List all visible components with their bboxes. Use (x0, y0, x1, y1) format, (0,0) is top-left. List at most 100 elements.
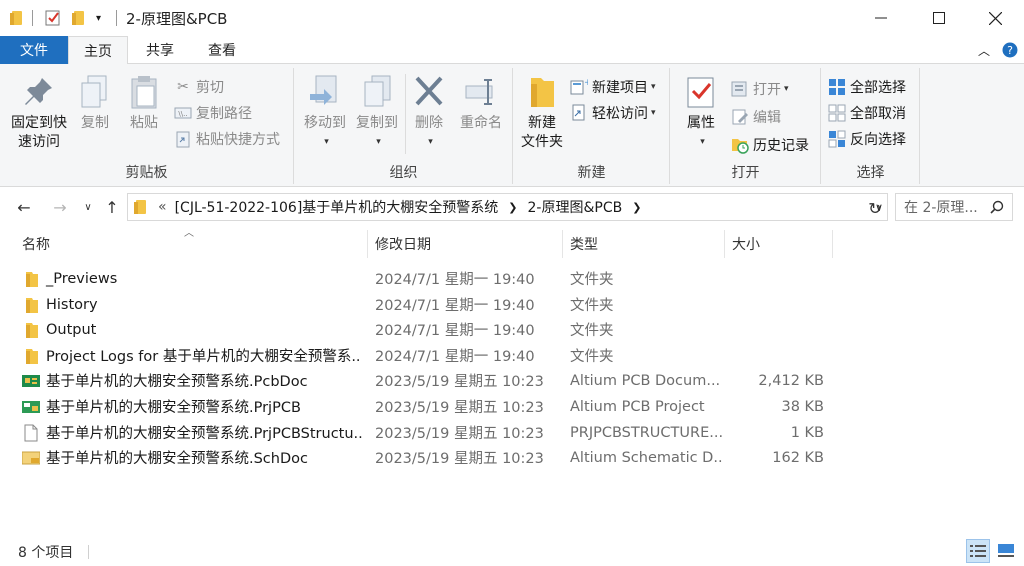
open-icon (731, 81, 747, 97)
item-count: 8 个项目 (18, 545, 74, 561)
close-button[interactable] (966, 0, 1024, 36)
rename-button[interactable]: 重命名 (453, 74, 509, 133)
edit-icon (732, 109, 748, 125)
select-all-icon (829, 79, 845, 95)
cut-button[interactable]: ✂ 剪切 (174, 76, 224, 98)
back-arrow-icon[interactable]: ← (12, 196, 36, 218)
open-button[interactable]: 打开 ▾ (731, 78, 789, 100)
move-to-button[interactable]: 移动到 ▾ (299, 74, 351, 152)
file-name-cell[interactable]: 基于单片机的大棚安全预警系统.SchDoc (22, 445, 362, 470)
column-header-date[interactable]: 修改日期 (369, 230, 563, 258)
breadcrumb-item[interactable]: 2-原理图&PCB (528, 197, 623, 217)
file-row[interactable]: Output 2024/7/1 星期一 19:40 文件夹 (0, 317, 1024, 342)
pin-label-1: 固定到快 (11, 115, 67, 131)
new-item-button[interactable]: + 新建项目 ▾ (570, 76, 656, 98)
collapse-ribbon-chevron-icon[interactable]: ︿ (974, 36, 994, 64)
file-type: PRJPCBSTRUCTURE... (570, 424, 722, 441)
copy-path-button[interactable]: \\.. 复制路径 (174, 102, 252, 124)
delete-button[interactable]: 删除 ▾ (409, 74, 449, 152)
new-folder-button[interactable]: 新建 文件夹 (516, 74, 568, 152)
tab-share[interactable]: 共享 (136, 36, 184, 64)
file-name-cell[interactable]: Project Logs for 基于单片机的大棚安全预警系... (22, 343, 362, 368)
select-group: 全部选择 全部取消 反向选择 选择 (822, 68, 920, 184)
refresh-icon[interactable]: ↻ (864, 197, 886, 219)
new-group: 新建 文件夹 + 新建项目 ▾ 轻松访问 ▾ 新建 (514, 68, 670, 184)
organize-group-label: 组织 (389, 165, 418, 181)
select-none-label: 全部取消 (850, 106, 906, 122)
file-row[interactable]: Project Logs for 基于单片机的大棚安全预警系... 2024/7/… (0, 343, 1024, 368)
file-name-cell[interactable]: 基于单片机的大棚安全预警系统.PcbDoc (22, 368, 362, 393)
breadcrumb-item[interactable]: [CJL-51-2022-106]基于单片机的大棚安全预警系统 (175, 197, 499, 217)
easy-access-button[interactable]: 轻松访问 ▾ (570, 102, 656, 124)
chevron-down-icon: ▾ (700, 137, 705, 147)
file-row[interactable]: 基于单片机的大棚安全预警系统.SchDoc 2023/5/19 星期五 10:23… (0, 445, 1024, 470)
file-date: 2024/7/1 星期一 19:40 (375, 298, 535, 314)
maximize-button[interactable] (910, 0, 968, 36)
divider (116, 10, 117, 26)
file-name-cell[interactable]: 基于单片机的大棚安全预警系统.PrjPCBStructu... (22, 420, 362, 445)
copy-path-icon: \\.. (174, 107, 192, 119)
select-group-label: 选择 (856, 165, 885, 181)
customize-quick-access-icon[interactable]: ▾ (96, 8, 101, 28)
forward-arrow-icon[interactable]: → (48, 196, 72, 218)
large-icons-view-button[interactable] (994, 539, 1018, 563)
file-name-cell[interactable]: History (22, 292, 362, 317)
file-row[interactable]: History 2024/7/1 星期一 19:40 文件夹 (0, 292, 1024, 317)
file-type: 文件夹 (570, 272, 614, 288)
properties-label: 属性 (687, 115, 715, 131)
properties-quick-access-icon[interactable] (44, 8, 62, 28)
select-all-button[interactable]: 全部选择 (828, 76, 906, 98)
new-folder-label-1: 新建 (528, 115, 556, 131)
properties-button[interactable]: 属性 ▾ (677, 74, 725, 152)
paste-label: 粘贴 (130, 115, 158, 131)
file-name-cell[interactable]: Output (22, 317, 362, 342)
new-item-icon: + (570, 78, 588, 95)
select-none-button[interactable]: 全部取消 (828, 102, 906, 124)
clipboard-group-label: 剪贴板 (125, 165, 168, 181)
minimize-button[interactable] (852, 0, 910, 36)
chevron-down-icon: ▾ (651, 82, 656, 92)
file-type: Altium PCB Docum... (570, 372, 721, 389)
invert-selection-label: 反向选择 (850, 132, 906, 148)
file-name-cell[interactable]: 基于单片机的大棚安全预警系统.PrjPCB (22, 394, 362, 419)
paste-shortcut-button[interactable]: 粘贴快捷方式 (174, 128, 280, 150)
chevron-right-icon[interactable]: ❯ (632, 201, 641, 214)
pin-quick-access-button[interactable]: 固定到快 速访问 (6, 74, 72, 152)
navigation-bar: ← → ∨ ↑ « [CJL-51-2022-106]基于单片机的大棚安全预警系… (0, 188, 1024, 226)
new-folder-quick-access-icon[interactable] (72, 8, 86, 28)
divider (405, 74, 406, 154)
breadcrumb-overflow[interactable]: « (158, 199, 167, 215)
tab-home[interactable]: 主页 (68, 36, 128, 65)
chevron-right-icon[interactable]: ❯ (508, 201, 517, 214)
file-row[interactable]: 基于单片机的大棚安全预警系统.PrjPCBStructu... 2023/5/19… (0, 420, 1024, 445)
edit-button[interactable]: 编辑 (731, 106, 781, 128)
search-placeholder: 在 2-原理... (904, 200, 978, 216)
file-name-cell[interactable]: _Previews (22, 266, 362, 291)
history-button[interactable]: 历史记录 (731, 134, 809, 156)
search-input[interactable]: 在 2-原理... (895, 193, 1013, 221)
copy-to-button[interactable]: 复制到 ▾ (351, 74, 403, 152)
column-header-type[interactable]: 类型 (564, 230, 725, 258)
folder-icon (22, 321, 40, 339)
paste-button[interactable]: 粘贴 (122, 74, 166, 133)
address-bar[interactable]: « [CJL-51-2022-106]基于单片机的大棚安全预警系统 ❯ 2-原理… (127, 193, 888, 221)
file-row[interactable]: 基于单片机的大棚安全预警系统.PcbDoc 2023/5/19 星期五 10:23… (0, 368, 1024, 393)
file-row[interactable]: _Previews 2024/7/1 星期一 19:40 文件夹 (0, 266, 1024, 291)
details-view-button[interactable] (966, 539, 990, 563)
easy-access-label: 轻松访问 (592, 106, 648, 122)
file-row[interactable]: 基于单片机的大棚安全预警系统.PrjPCB 2023/5/19 星期五 10:23… (0, 394, 1024, 419)
column-header-size[interactable]: 大小 (726, 230, 833, 258)
new-folder-label-2: 文件夹 (521, 134, 563, 150)
invert-selection-button[interactable]: 反向选择 (828, 128, 906, 150)
file-size: 2,412 KB (758, 372, 824, 389)
help-button[interactable]: ? (1000, 36, 1020, 64)
up-arrow-icon[interactable]: ↑ (100, 196, 124, 218)
column-name-label: 名称 (22, 237, 50, 253)
rename-icon (465, 79, 493, 105)
copy-button[interactable]: 复制 (74, 74, 116, 133)
column-header-name[interactable]: 名称 ︿ (16, 228, 368, 258)
tab-file[interactable]: 文件 (0, 36, 68, 64)
recent-locations-chevron-icon[interactable]: ∨ (76, 196, 100, 218)
file-name: 基于单片机的大棚安全预警系统.PrjPCB (46, 400, 301, 416)
tab-view[interactable]: 查看 (198, 36, 246, 64)
